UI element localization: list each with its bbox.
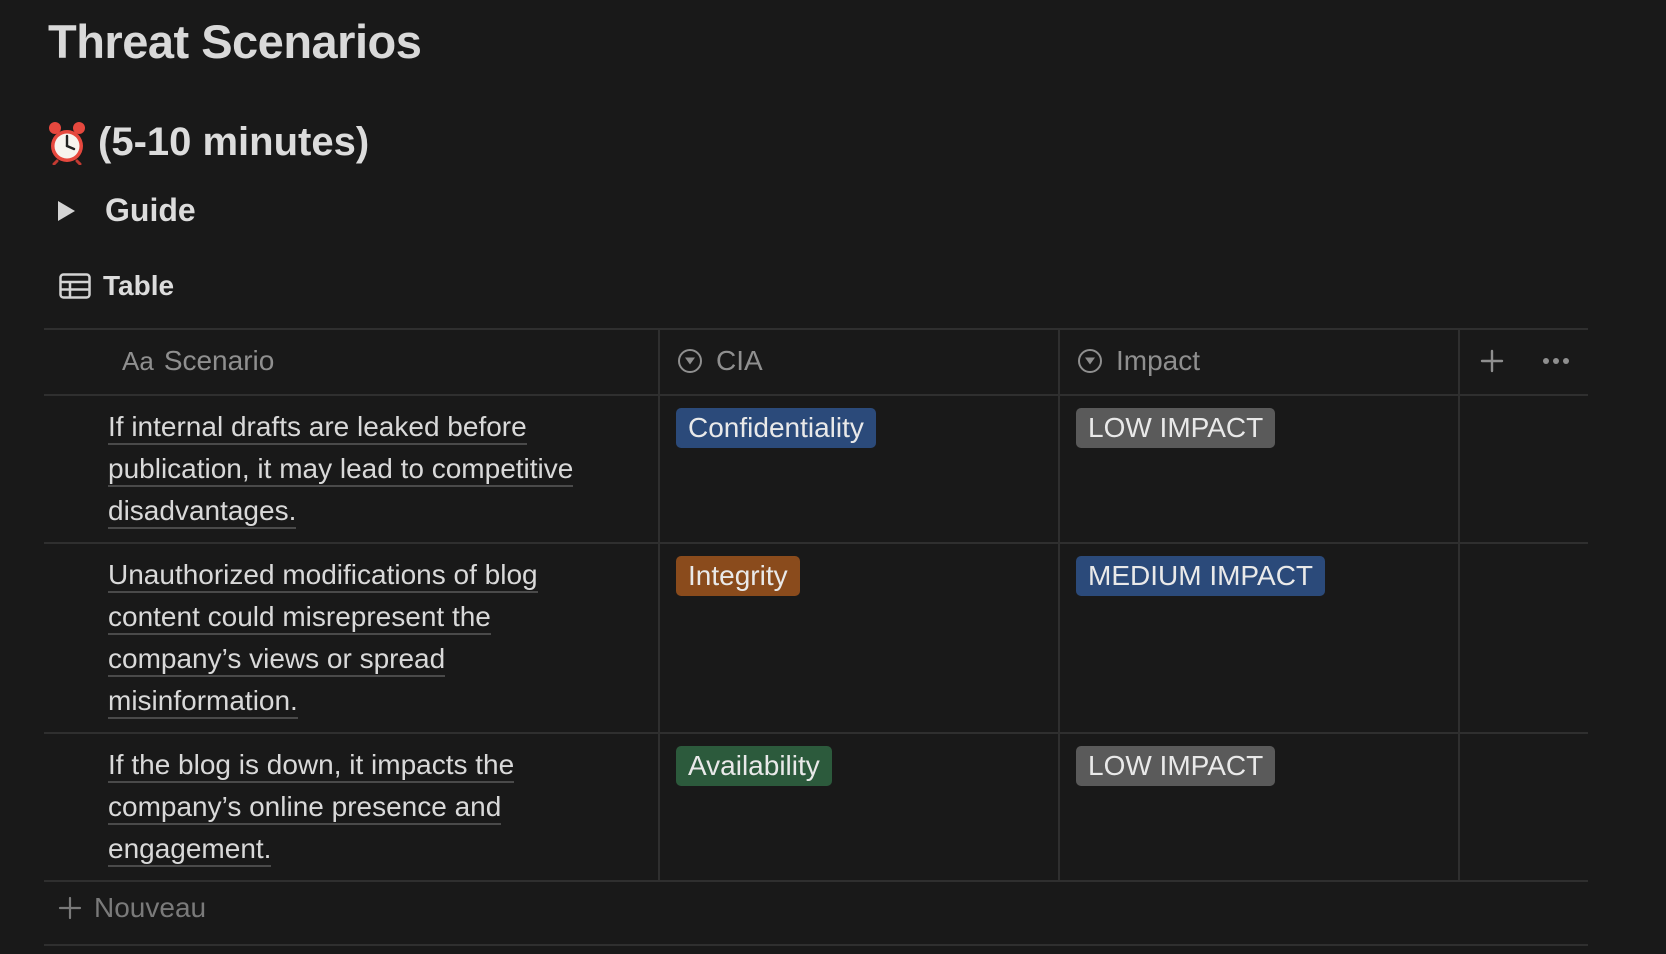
table-divider bbox=[44, 732, 1588, 734]
alarm-clock-icon bbox=[49, 121, 85, 165]
cia-tag[interactable]: Confidentiality bbox=[676, 408, 876, 448]
cia-tag[interactable]: Availability bbox=[676, 746, 832, 786]
column-header-label: CIA bbox=[716, 345, 763, 376]
cia-tag[interactable]: Integrity bbox=[676, 556, 800, 596]
text-type-icon: Aa bbox=[122, 345, 154, 376]
table-divider bbox=[44, 880, 1588, 882]
column-header-label: Impact bbox=[1116, 345, 1201, 376]
column-divider bbox=[1458, 328, 1460, 882]
scenario-cell[interactable]: If the blog is down, it impacts the comp… bbox=[108, 744, 628, 870]
section-heading: (5-10 minutes) bbox=[46, 120, 369, 165]
page-title: Threat Scenarios bbox=[48, 15, 422, 68]
scenario-text: If internal drafts are leaked before bbox=[108, 411, 527, 445]
table-divider bbox=[44, 944, 1588, 946]
table-divider bbox=[44, 542, 1588, 544]
scenario-cell[interactable]: Unauthorized modifications of blog conte… bbox=[108, 554, 628, 722]
plus-icon bbox=[58, 896, 82, 920]
guide-toggle[interactable]: Guide bbox=[58, 192, 196, 229]
toggle-arrow-icon[interactable] bbox=[58, 200, 75, 221]
scenario-text: engagement. bbox=[108, 833, 272, 867]
new-row-label: Nouveau bbox=[94, 892, 207, 923]
scenario-text: If the blog is down, it impacts the bbox=[108, 749, 515, 783]
scenario-text: publication, it may lead to competitive bbox=[108, 453, 574, 487]
table-view-label: Table bbox=[103, 270, 175, 301]
impact-tag[interactable]: MEDIUM IMPACT bbox=[1076, 556, 1326, 596]
scenario-text: company’s online presence and bbox=[108, 791, 502, 825]
column-header-cia[interactable]: CIA bbox=[678, 328, 763, 394]
select-icon bbox=[1078, 349, 1102, 373]
column-divider bbox=[1058, 328, 1060, 882]
impact-tag[interactable]: LOW IMPACT bbox=[1076, 408, 1276, 448]
column-header-scenario[interactable]: Aa Scenario bbox=[122, 328, 274, 394]
scenario-text: content could misrepresent the bbox=[108, 601, 491, 635]
scenario-cell[interactable]: If internal drafts are leaked before pub… bbox=[108, 406, 628, 532]
scenario-text: misinformation. bbox=[108, 685, 298, 719]
table-view-tab[interactable]: Table bbox=[59, 270, 174, 302]
guide-toggle-label: Guide bbox=[105, 192, 196, 228]
new-row-button[interactable]: Nouveau bbox=[58, 892, 206, 924]
scenario-text: Unauthorized modifications of blog bbox=[108, 559, 538, 593]
table-icon bbox=[59, 273, 91, 299]
column-divider bbox=[658, 328, 660, 882]
scenario-text: company’s views or spread bbox=[108, 643, 446, 677]
select-icon bbox=[678, 349, 702, 373]
column-header-impact[interactable]: Impact bbox=[1078, 328, 1200, 394]
section-heading-text: (5-10 minutes) bbox=[98, 120, 370, 164]
table-divider bbox=[44, 328, 1588, 330]
impact-tag[interactable]: LOW IMPACT bbox=[1076, 746, 1276, 786]
more-options-icon[interactable] bbox=[1542, 356, 1570, 366]
scenario-text: disadvantages. bbox=[108, 495, 297, 529]
add-property-icon[interactable] bbox=[1480, 349, 1504, 373]
column-header-label: Scenario bbox=[163, 345, 275, 376]
table-divider bbox=[44, 394, 1588, 396]
